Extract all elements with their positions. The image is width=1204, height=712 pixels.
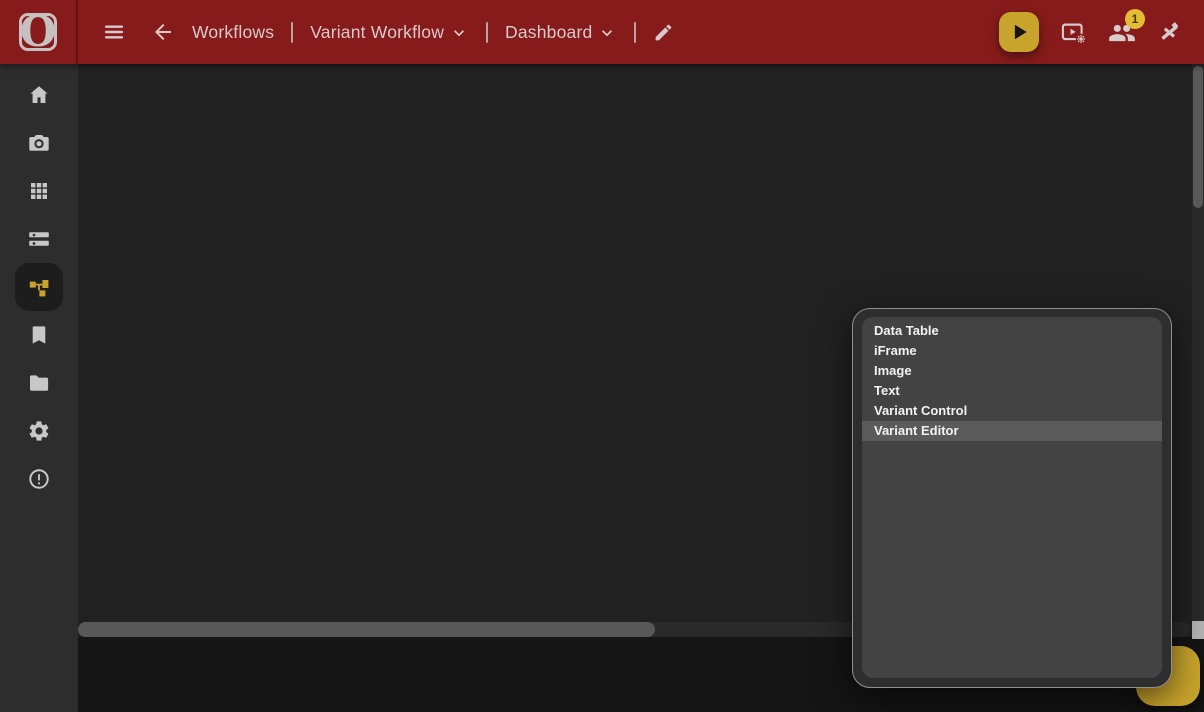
component-menu-panel: Data Table iFrame Image Text Variant Con… — [852, 308, 1172, 688]
sidebar-item-settings[interactable] — [15, 407, 63, 455]
menu-item-image[interactable]: Image — [862, 361, 1162, 381]
alert-icon — [27, 467, 51, 491]
collaborators-button[interactable]: 1 — [1108, 19, 1136, 45]
chevron-down-icon — [597, 23, 617, 43]
sidebar-item-files[interactable] — [15, 359, 63, 407]
breadcrumb: Workflows Variant Workflow Dashboard — [78, 20, 674, 44]
app-window: O Workflows Variant Workflow Dashboard — [0, 0, 1204, 712]
notification-badge: 1 — [1125, 9, 1145, 29]
logo-frame: O — [19, 13, 57, 51]
view-selector[interactable]: Dashboard — [505, 21, 617, 43]
sidebar-item-storage[interactable] — [15, 215, 63, 263]
workflow-schema-icon — [27, 275, 51, 299]
vertical-scrollbar-thumb[interactable] — [1193, 66, 1203, 208]
sidebar-item-apps[interactable] — [15, 167, 63, 215]
camera-icon — [27, 131, 51, 155]
edit-pencil-icon[interactable] — [653, 22, 674, 43]
breadcrumb-divider — [291, 22, 293, 43]
menu-item-variant-control[interactable]: Variant Control — [862, 401, 1162, 421]
menu-item-variant-editor[interactable]: Variant Editor — [862, 421, 1162, 441]
sidebar-item-workflows[interactable] — [15, 263, 63, 311]
build-tools-icon[interactable] — [1157, 20, 1182, 45]
view-name: Dashboard — [505, 22, 592, 43]
storage-icon — [27, 227, 51, 251]
workflow-name: Variant Workflow — [310, 22, 444, 43]
app-logo[interactable]: O — [0, 0, 78, 64]
scrollbar-corner — [1192, 621, 1204, 639]
sidebar-item-home[interactable] — [15, 71, 63, 119]
menu-item-text[interactable]: Text — [862, 381, 1162, 401]
sidebar-item-bookmarks[interactable] — [15, 311, 63, 359]
sidebar-item-alerts[interactable] — [15, 455, 63, 503]
workflow-selector[interactable]: Variant Workflow — [310, 21, 469, 43]
bookmark-icon — [27, 323, 51, 347]
breadcrumb-divider — [634, 22, 636, 43]
play-icon — [1006, 19, 1032, 45]
topbar-actions: 1 — [999, 0, 1182, 64]
horizontal-scrollbar-thumb[interactable] — [78, 622, 655, 637]
apps-grid-icon — [27, 179, 51, 203]
folder-icon — [27, 371, 51, 395]
component-menu-list: Data Table iFrame Image Text Variant Con… — [862, 317, 1162, 678]
gear-icon — [27, 419, 51, 443]
home-icon — [27, 83, 51, 107]
run-settings-icon[interactable] — [1060, 19, 1087, 46]
breadcrumb-workflows[interactable]: Workflows — [192, 22, 274, 43]
sidebar-item-snapshots[interactable] — [15, 119, 63, 167]
top-app-bar: O Workflows Variant Workflow Dashboard — [0, 0, 1204, 64]
back-arrow-icon[interactable] — [151, 20, 175, 44]
menu-item-iframe[interactable]: iFrame — [862, 341, 1162, 361]
run-button[interactable] — [999, 12, 1039, 52]
hamburger-menu-icon[interactable] — [102, 20, 126, 44]
breadcrumb-divider — [486, 22, 488, 43]
logo-letter: O — [20, 14, 57, 50]
menu-item-data-table[interactable]: Data Table — [862, 321, 1162, 341]
left-sidebar — [0, 64, 78, 712]
chevron-down-icon — [449, 23, 469, 43]
